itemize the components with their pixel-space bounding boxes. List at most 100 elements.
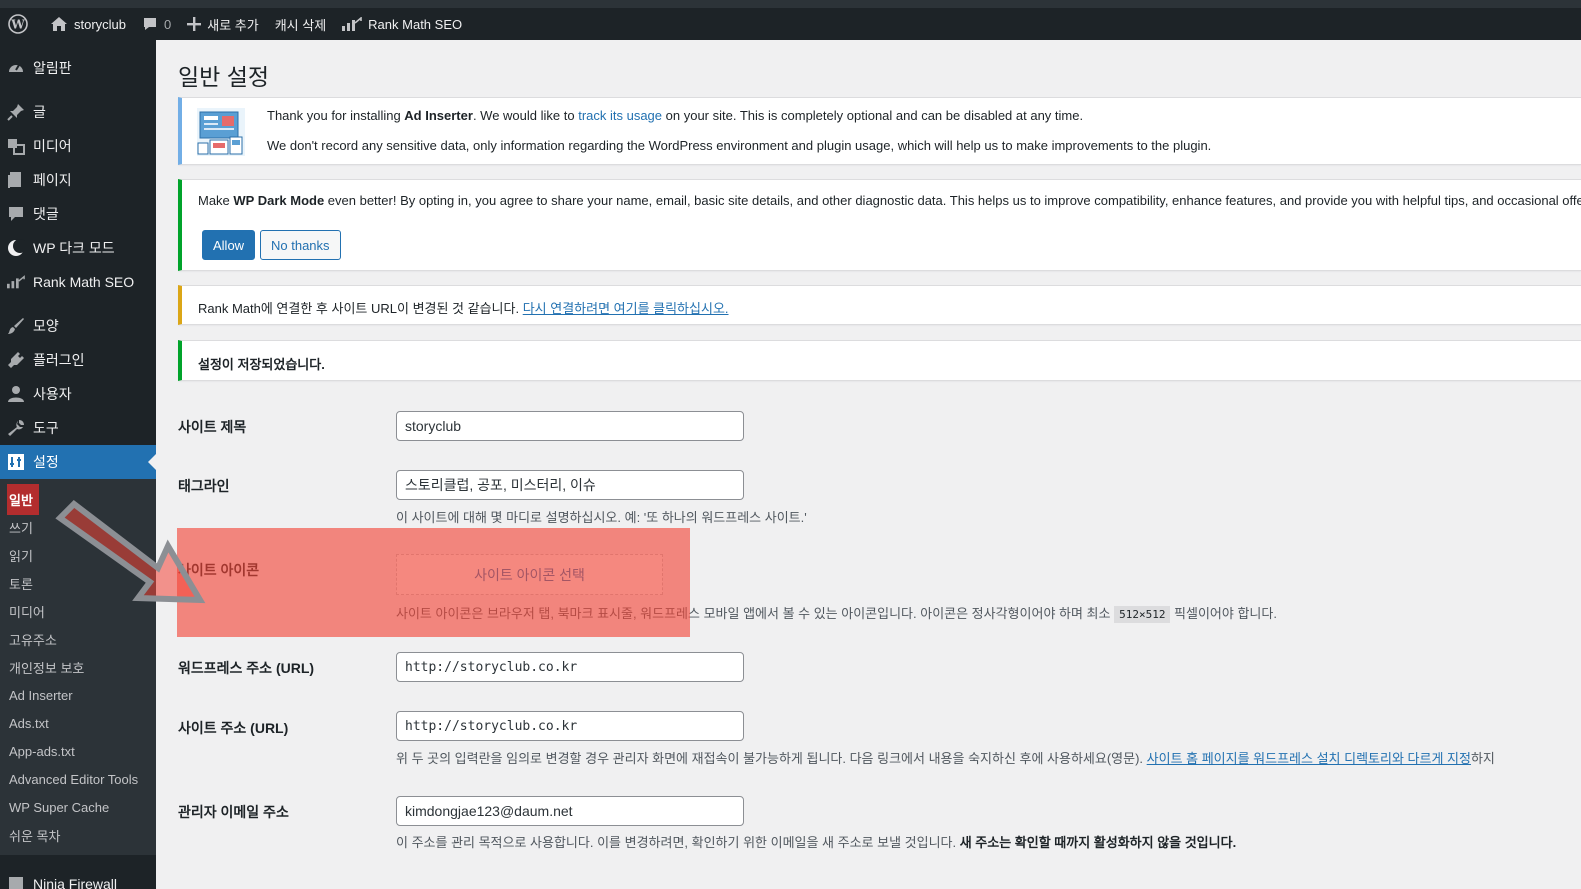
main-content: 일반 설정 Thank you for installing Ad Insert… <box>156 40 1581 889</box>
ad-inserter-logo-icon <box>197 108 245 156</box>
settings-submenu: 일반 쓰기 읽기 토론 미디어 고유주소 개인정보 보호 Ad Inserter… <box>0 479 156 855</box>
sidebar-item-label: Rank Math SEO <box>33 274 135 290</box>
pin-icon <box>7 103 25 121</box>
submenu-item-permalinks[interactable]: 고유주소 <box>0 625 156 653</box>
settings-icon <box>7 453 25 471</box>
media-icon <box>7 137 25 155</box>
submenu-item-ads-txt[interactable]: Ads.txt <box>0 709 156 737</box>
submenu-item-media[interactable]: 미디어 <box>0 597 156 625</box>
sidebar-item-ninja-firewall[interactable]: Ninja Firewall <box>0 867 156 889</box>
dark-mode-notice-text: Make WP Dark Mode even better! By opting… <box>198 193 1581 208</box>
ad-inserter-notice-line2: We don't record any sensitive data, only… <box>267 138 1212 153</box>
notice-bold-text: Ad Inserter <box>404 108 473 123</box>
submenu-item-label: 쓰기 <box>9 520 33 536</box>
tagline-description: 이 사이트에 대해 몇 마디로 설명하십시오. 예: '또 하나의 워드프레스 … <box>396 510 807 525</box>
dashboard-icon <box>7 59 25 77</box>
notice-bold-text: WP Dark Mode <box>233 193 325 208</box>
track-usage-link[interactable]: track its usage <box>578 108 662 123</box>
dark-mode-notice: Make WP Dark Mode even better! By opting… <box>178 179 1581 271</box>
desc-text: 사이트 아이콘은 브라우저 탭, 북마크 표시줄, 워드프레스 모바일 앱에서 … <box>396 606 1115 621</box>
desc-text: 하지 <box>1470 751 1495 766</box>
allow-button[interactable]: Allow <box>202 230 256 260</box>
desc-text: 위 두 곳의 입력란을 임의로 변경할 경우 관리자 화면에 재접속이 불가능하… <box>396 751 1147 766</box>
new-content-link[interactable]: 새로 추가 <box>179 8 266 40</box>
submenu-item-app-ads-txt[interactable]: App-ads.txt <box>0 737 156 765</box>
brush-icon <box>7 317 25 335</box>
submenu-item-label: Ad Inserter <box>9 687 73 703</box>
notice-text: Thank you for installing <box>267 108 405 123</box>
rank-math-notice-text: Rank Math에 연결한 후 사이트 URL이 변경된 것 같습니다. 다시… <box>198 298 729 317</box>
site-url-help-link[interactable]: 사이트 홈 페이지를 워드프레스 설치 디렉토리와 다르게 지정 <box>1147 751 1471 766</box>
comment-icon <box>144 18 157 30</box>
admin-bar: W storyclub 0 새로 추가 캐시 삭제 Rank Math SEO <box>0 8 1581 40</box>
sidebar-item-dashboard[interactable]: 알림판 <box>0 51 156 85</box>
site-url-label: 사이트 주소 (URL) <box>178 720 289 736</box>
submenu-item-label: 토론 <box>9 576 33 592</box>
submenu-item-easy-toc[interactable]: 쉬운 목차 <box>0 821 156 849</box>
sidebar-item-label: 알림판 <box>33 60 72 76</box>
notice-text: Rank Math에 연결한 후 사이트 URL이 변경된 것 같습니다. <box>198 301 523 316</box>
choose-site-icon-button[interactable]: 사이트 아이콘 선택 <box>396 554 663 595</box>
sidebar-item-plugins[interactable]: 플러그인 <box>0 343 156 377</box>
home-icon <box>51 17 67 31</box>
admin-email-description: 이 주소를 관리 목적으로 사용합니다. 이를 변경하려면, 확인하기 위한 이… <box>396 832 1236 851</box>
sidebar-item-label: 글 <box>33 104 46 120</box>
sidebar-item-label: 사용자 <box>33 386 72 402</box>
sidebar-item-media[interactable]: 미디어 <box>0 129 156 163</box>
submenu-item-label: 읽기 <box>9 548 33 564</box>
plus-icon <box>187 17 202 31</box>
submenu-item-advanced-editor-tools[interactable]: Advanced Editor Tools <box>0 765 156 793</box>
admin-email-label: 관리자 이메일 주소 <box>178 804 289 820</box>
submenu-item-label: 일반 <box>7 483 39 515</box>
ad-inserter-notice-line1: Thank you for installing Ad Inserter. We… <box>267 108 1083 123</box>
site-title-input[interactable] <box>396 411 744 441</box>
sidebar-item-label: 플러그인 <box>33 352 85 368</box>
site-name-link[interactable]: storyclub <box>42 8 134 40</box>
firewall-icon <box>7 875 25 889</box>
tagline-label: 태그라인 <box>178 478 230 494</box>
moon-icon <box>7 239 25 257</box>
ad-inserter-notice: Thank you for installing Ad Inserter. We… <box>178 97 1581 165</box>
submenu-item-privacy[interactable]: 개인정보 보호 <box>0 653 156 681</box>
submenu-item-discussion[interactable]: 토론 <box>0 569 156 597</box>
sidebar-item-label: WP 다크 모드 <box>33 240 115 256</box>
rankmath-link[interactable]: Rank Math SEO <box>334 8 470 40</box>
reconnect-link[interactable]: 다시 연결하려면 여기를 클릭하십시오. <box>523 301 729 316</box>
submenu-item-label: 미디어 <box>9 604 45 620</box>
settings-saved-notice: 설정이 저장되었습니다. <box>178 340 1581 381</box>
sidebar-item-tools[interactable]: 도구 <box>0 411 156 445</box>
comments-link[interactable]: 0 <box>134 8 179 40</box>
sidebar-item-comments[interactable]: 댓글 <box>0 197 156 231</box>
tagline-input[interactable] <box>396 470 744 500</box>
wordpress-url-label: 워드프레스 주소 (URL) <box>178 660 315 676</box>
wordpress-url-input[interactable] <box>396 652 744 682</box>
submenu-item-general[interactable]: 일반 <box>0 483 156 515</box>
plugin-icon <box>7 351 25 369</box>
wordpress-logo-icon[interactable]: W <box>0 8 42 40</box>
sidebar-item-users[interactable]: 사용자 <box>0 377 156 411</box>
submenu-item-ad-inserter[interactable]: Ad Inserter <box>0 681 156 709</box>
sidebar-item-posts[interactable]: 글 <box>0 95 156 129</box>
site-icon-label: 사이트 아이콘 <box>178 562 260 578</box>
submenu-item-label: Ads.txt <box>9 715 49 731</box>
sidebar-item-appearance[interactable]: 모양 <box>0 309 156 343</box>
admin-email-input[interactable] <box>396 796 744 826</box>
submenu-item-label: 개인정보 보호 <box>9 660 85 676</box>
submenu-item-wp-super-cache[interactable]: WP Super Cache <box>0 793 156 821</box>
desc-bold-text: 새 주소는 확인할 때까지 활성화하지 않을 것입니다. <box>959 835 1237 850</box>
submenu-item-label: 쉬운 목차 <box>9 828 61 844</box>
wrench-icon <box>7 419 25 437</box>
clear-cache-link[interactable]: 캐시 삭제 <box>267 8 334 40</box>
clear-cache-label: 캐시 삭제 <box>274 17 327 33</box>
no-thanks-button[interactable]: No thanks <box>260 230 341 260</box>
sidebar-item-pages[interactable]: 페이지 <box>0 163 156 197</box>
sidebar-item-settings[interactable]: 설정 <box>0 445 156 479</box>
sidebar-item-rankmath[interactable]: Rank Math SEO <box>0 265 156 299</box>
submenu-item-reading[interactable]: 읽기 <box>0 541 156 569</box>
desc-text: 픽셀이어야 합니다. <box>1170 606 1277 621</box>
site-url-input[interactable] <box>396 711 744 741</box>
submenu-item-writing[interactable]: 쓰기 <box>0 513 156 541</box>
site-title-label: 사이트 제목 <box>178 419 247 435</box>
notice-text: Make <box>198 193 234 208</box>
sidebar-item-dark-mode[interactable]: WP 다크 모드 <box>0 231 156 265</box>
